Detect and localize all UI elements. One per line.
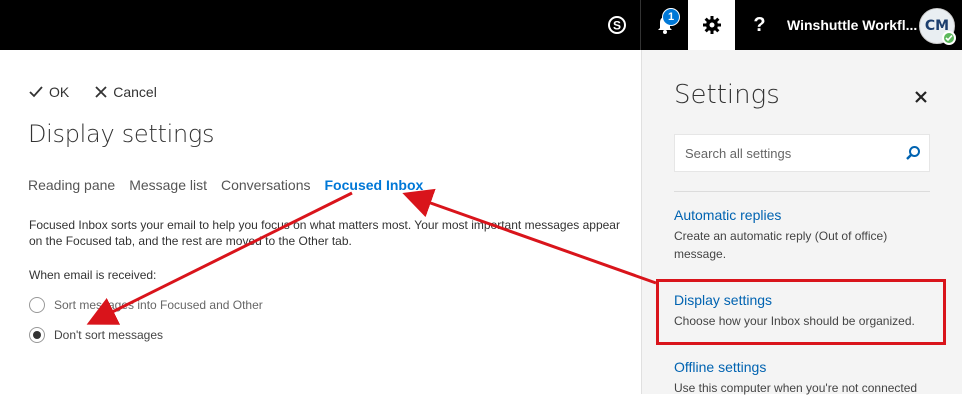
when-received-label: When email is received: [29, 268, 157, 282]
cancel-label: Cancel [113, 84, 157, 100]
settings-link-description: Use this computer when you're not connec… [674, 381, 918, 395]
settings-tabs: Reading pane Message list Conversations … [28, 177, 437, 193]
notification-badge: 1 [662, 8, 680, 26]
annotation-highlight-box [656, 279, 946, 345]
settings-search-input[interactable]: Search all settings [674, 134, 930, 172]
panel-divider [674, 191, 930, 192]
top-bar: S 1 ? Winshuttle Workfl... CM [0, 0, 962, 50]
settings-link[interactable]: Offline settings [674, 359, 924, 375]
close-panel-button[interactable] [915, 87, 927, 108]
tab-focused-inbox[interactable]: Focused Inbox [325, 177, 424, 193]
settings-link[interactable]: Automatic replies [674, 207, 924, 223]
cancel-button[interactable]: Cancel [95, 84, 157, 100]
option-sort-focused-other[interactable]: Sort messages into Focused and Other [29, 297, 263, 313]
option-label: Don't sort messages [54, 328, 164, 342]
settings-button[interactable] [688, 0, 735, 50]
user-name[interactable]: Winshuttle Workfl... [787, 0, 917, 50]
tab-conversations[interactable]: Conversations [221, 177, 311, 193]
option-dont-sort[interactable]: Don't sort messages [29, 327, 163, 343]
settings-item-offline-settings[interactable]: Offline settings Use this computer when … [674, 359, 924, 397]
close-icon [95, 86, 107, 98]
presence-available-icon [942, 31, 956, 45]
notifications-button[interactable]: 1 [641, 0, 688, 50]
help-icon: ? [753, 13, 766, 36]
focused-inbox-description: Focused Inbox sorts your email to help y… [29, 218, 620, 248]
tab-reading-pane[interactable]: Reading pane [28, 177, 115, 193]
skype-button[interactable]: S [593, 0, 640, 50]
radio-button[interactable] [29, 297, 45, 313]
settings-panel-title: Settings [674, 80, 780, 110]
search-icon[interactable] [905, 145, 921, 161]
tab-message-list[interactable]: Message list [129, 177, 207, 193]
skype-icon: S [607, 16, 626, 34]
ok-label: OK [49, 84, 70, 100]
radio-button-selected[interactable] [29, 327, 45, 343]
checkmark-icon [29, 86, 43, 98]
ok-button[interactable]: OK [29, 84, 69, 100]
option-label: Sort messages into Focused and Other [54, 298, 263, 312]
gear-icon [702, 16, 721, 34]
svg-text:S: S [612, 19, 620, 33]
page-title: Display settings [28, 120, 215, 148]
search-placeholder: Search all settings [685, 145, 792, 161]
help-button[interactable]: ? [736, 0, 783, 50]
action-bar: OK Cancel [29, 84, 183, 100]
settings-item-automatic-replies[interactable]: Automatic replies Create an automatic re… [674, 207, 924, 263]
close-icon [915, 91, 927, 103]
settings-link-description: Create an automatic reply (Out of office… [674, 229, 888, 261]
